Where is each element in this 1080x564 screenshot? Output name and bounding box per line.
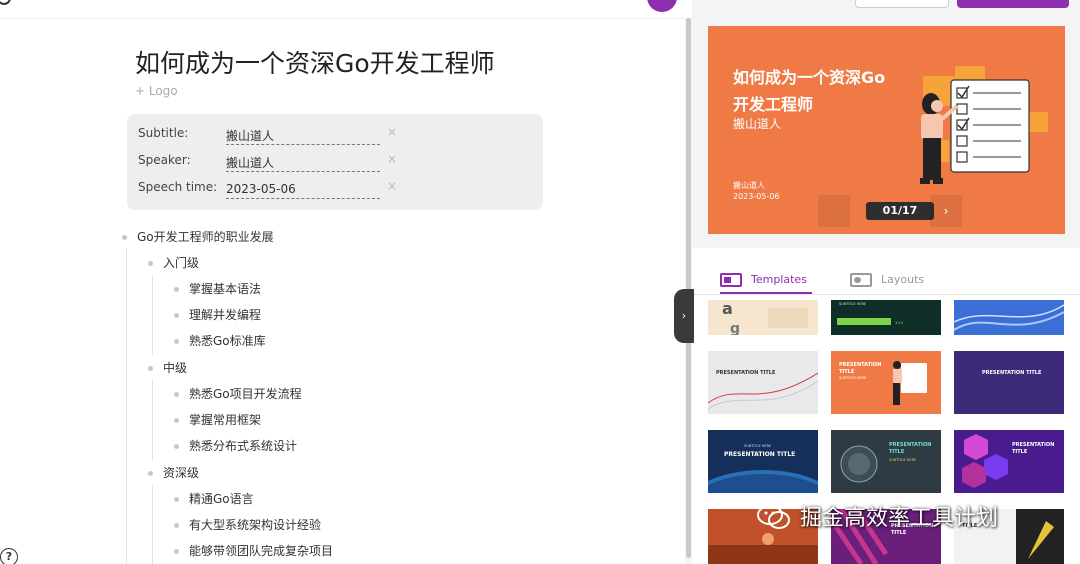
outline-item[interactable]: 能够带领团队完成复杂项目: [174, 542, 333, 559]
bullet-icon[interactable]: [174, 549, 179, 554]
bullet-icon[interactable]: [174, 444, 179, 449]
secondary-button[interactable]: [855, 0, 949, 8]
template-thumbnail[interactable]: PRESENTATION TITLE: [954, 430, 1064, 493]
template-decoration: ag: [722, 300, 808, 335]
layouts-icon: [850, 273, 872, 287]
template-thumbnail[interactable]: PRESENTATION TITLE SUBTITLE HERE: [831, 351, 941, 414]
clear-speech-time-icon[interactable]: ×: [387, 179, 397, 193]
tab-layouts-label: Layouts: [881, 273, 925, 286]
outline-item[interactable]: 掌握基本语法: [174, 280, 261, 297]
svg-text:a: a: [722, 300, 733, 318]
outline-item[interactable]: Go开发工程师的职业发展: [122, 228, 274, 245]
bullet-icon[interactable]: [174, 497, 179, 502]
template-decoration: [954, 304, 1064, 331]
outline-item[interactable]: 资深级: [148, 464, 199, 481]
outline-item[interactable]: 熟悉Go标准库: [174, 332, 266, 349]
speech-time-row: Speech time: ×: [127, 176, 543, 199]
outline-item[interactable]: 熟悉分布式系统设计: [174, 437, 297, 454]
bullet-icon[interactable]: [148, 366, 153, 371]
template-thumbnail[interactable]: SUBTITLE HERE PRESENTATION TITLE: [708, 430, 818, 493]
outline-guide-line: [152, 485, 153, 564]
bullet-icon[interactable]: [174, 418, 179, 423]
preview-title: 如何成为一个资深Go开发工程师: [733, 68, 886, 114]
template-decoration: [708, 372, 818, 410]
template-thumbnail[interactable]: SUBTITLE HERE ›››: [831, 300, 941, 335]
document-editor: 如何成为一个资深Go开发工程师 + Logo Subtitle: × Speak…: [0, 0, 685, 564]
bullet-icon[interactable]: [148, 471, 153, 476]
previous-slide-button[interactable]: [818, 195, 850, 227]
document-title[interactable]: 如何成为一个资深Go开发工程师: [135, 44, 495, 80]
outline-item[interactable]: 有大型系统架构设计经验: [174, 516, 321, 533]
outline-item[interactable]: 理解并发编程: [174, 306, 261, 323]
presenter-illustration: [920, 66, 1048, 184]
tab-layouts[interactable]: Layouts: [850, 268, 930, 294]
avatar[interactable]: [647, 0, 677, 12]
tab-templates[interactable]: Templates: [720, 268, 812, 294]
tabs-divider: [692, 294, 1080, 295]
template-thumbnail[interactable]: PRESENTATION TITLE: [708, 351, 818, 414]
clear-speaker-icon[interactable]: ×: [387, 152, 397, 166]
bullet-icon[interactable]: [174, 287, 179, 292]
bullet-icon[interactable]: [174, 392, 179, 397]
outline-guide-line: [126, 248, 127, 564]
template-decoration: [962, 434, 1008, 488]
template-decoration: [840, 445, 878, 483]
template-thumbnail[interactable]: ag: [708, 300, 818, 335]
preview-speaker: 搬山道人: [733, 181, 765, 190]
bullet-icon[interactable]: [148, 261, 153, 266]
template-decoration: [708, 470, 818, 493]
svg-text:›››: ›››: [895, 319, 904, 327]
metadata-panel: Subtitle: × Speaker: × Speech time: ×: [127, 114, 543, 210]
collapse-panel-handle[interactable]: ›: [674, 289, 694, 343]
watermark-text: 掘金高效率工具计划: [800, 506, 999, 531]
preview-panel: 如何成为一个资深Go开发工程师 搬山道人 搬山道人 2023-05-06 01/…: [692, 0, 1080, 564]
speaker-label: Speaker:: [138, 153, 191, 167]
template-thumbnail[interactable]: PRESENTATION TITLE: [954, 351, 1064, 414]
slide-preview[interactable]: 如何成为一个资深Go开发工程师 搬山道人 搬山道人 2023-05-06 01/…: [708, 26, 1065, 234]
scrollbar-thumb[interactable]: [686, 18, 691, 558]
templates-icon: [720, 273, 742, 287]
template-decoration: [893, 361, 927, 405]
clear-subtitle-icon[interactable]: ×: [387, 125, 397, 139]
help-icon[interactable]: ?: [0, 548, 18, 564]
template-decoration: ›››: [837, 318, 904, 327]
add-logo-link[interactable]: + Logo: [135, 84, 178, 98]
preview-subtitle: 搬山道人: [733, 117, 782, 131]
bullet-icon[interactable]: [174, 523, 179, 528]
outline-item[interactable]: 中级: [148, 359, 187, 376]
template-title: PRESENTATION TITLE: [982, 370, 1042, 376]
speech-time-label: Speech time:: [138, 180, 218, 194]
bullet-icon[interactable]: [174, 313, 179, 318]
template-thumbnail[interactable]: PRESENTATION TITLE SUBTITLE HERE: [831, 430, 941, 493]
outline-item[interactable]: 精通Go语言: [174, 490, 254, 507]
preview-date: 2023-05-06: [733, 192, 780, 201]
next-slide-button[interactable]: ›: [930, 195, 962, 227]
wechat-icon: [757, 505, 790, 529]
outline-guide-line: [152, 380, 153, 460]
search-icon[interactable]: [0, 0, 11, 5]
primary-button[interactable]: [957, 0, 1069, 8]
speaker-field[interactable]: [226, 153, 380, 172]
slide-page-indicator: 01/17: [866, 202, 934, 220]
svg-text:g: g: [730, 321, 740, 335]
bullet-icon[interactable]: [122, 235, 127, 240]
outline-item[interactable]: 熟悉Go项目开发流程: [174, 385, 302, 402]
outline-item[interactable]: 掌握常用框架: [174, 411, 261, 428]
template-thumbnail[interactable]: [954, 300, 1064, 335]
tab-templates-label: Templates: [751, 273, 807, 286]
speaker-row: Speaker: ×: [127, 149, 543, 172]
subtitle-row: Subtitle: ×: [127, 122, 543, 145]
toolbar-divider: [0, 18, 685, 19]
speech-time-field[interactable]: [226, 180, 380, 199]
bullet-icon[interactable]: [174, 339, 179, 344]
subtitle-label: Subtitle:: [138, 126, 189, 140]
subtitle-field[interactable]: [226, 126, 380, 145]
outline-guide-line: [152, 275, 153, 355]
outline-item[interactable]: 入门级: [148, 254, 199, 271]
